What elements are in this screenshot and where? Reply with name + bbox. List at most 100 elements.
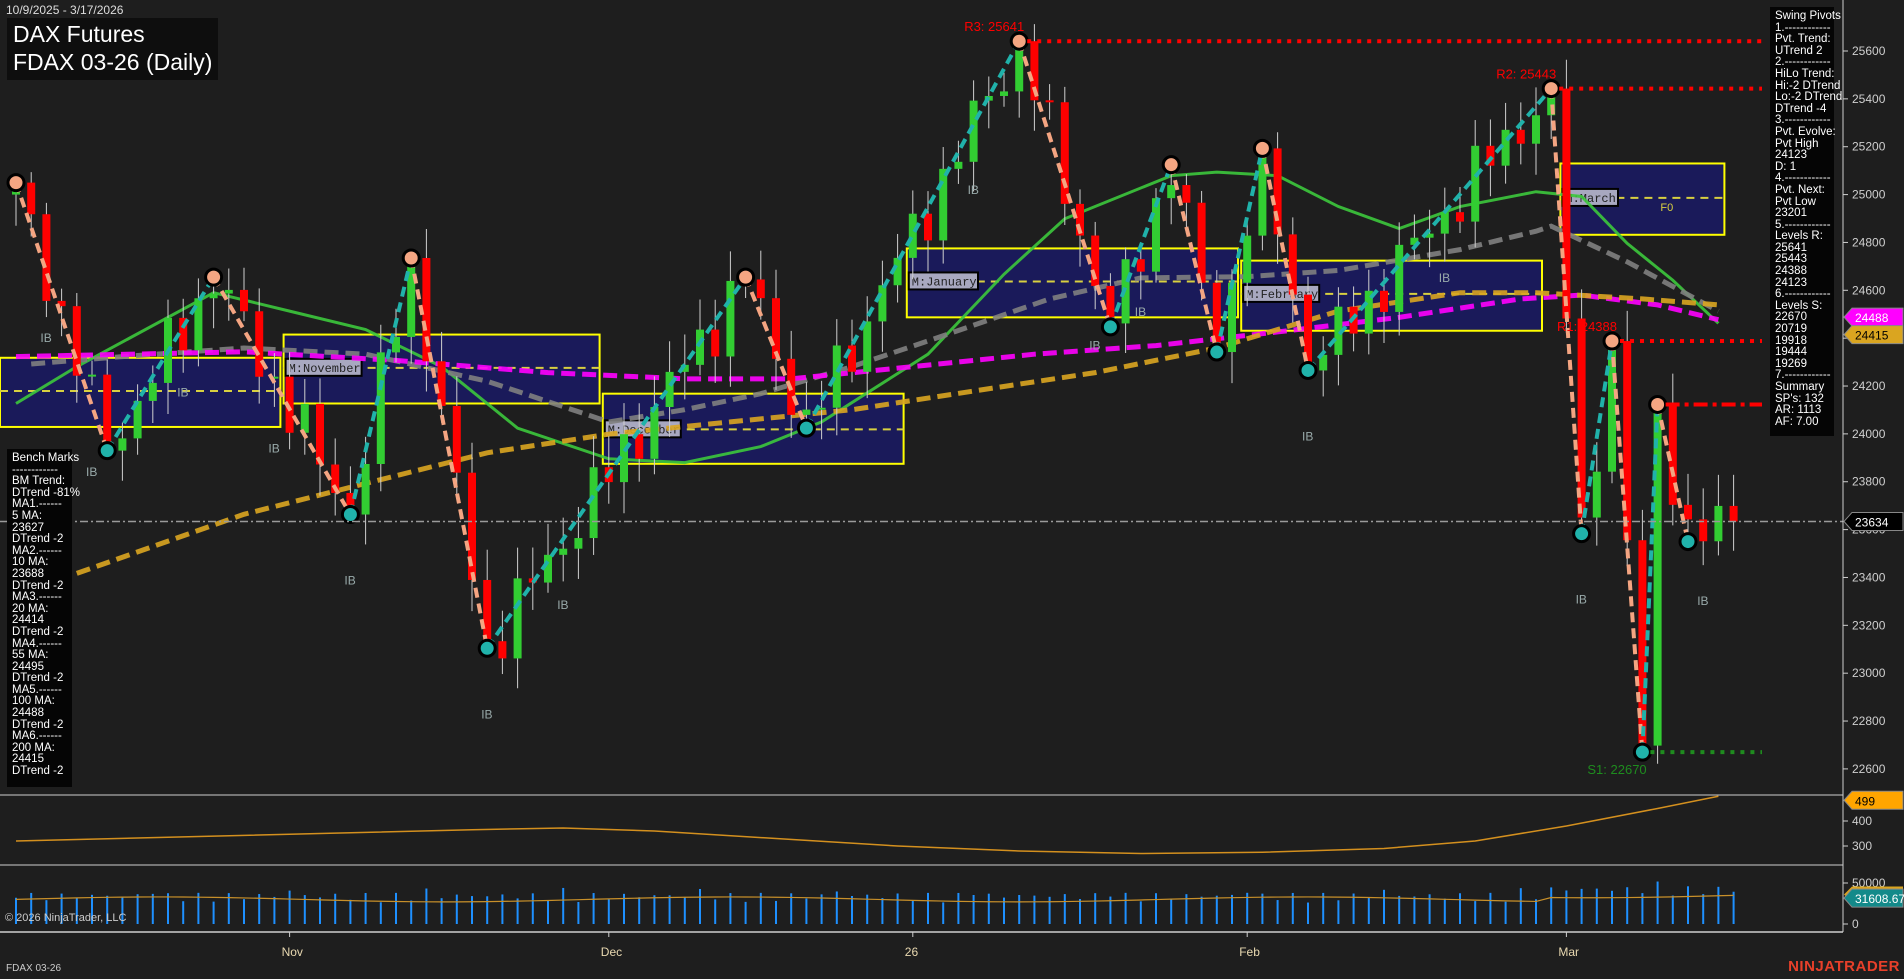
candle-body [149,383,157,401]
y-tick-label: 25400 [1852,92,1886,106]
panel-line: 24123 [1775,150,1829,162]
panel-line: Swing Pivots [1775,11,1829,23]
contract-title: FDAX 03-26 (Daily) [13,48,212,76]
swing-pivot-high-marker [206,269,222,285]
y-tick-label: 25200 [1852,140,1886,154]
swing-pivot-high-marker [8,175,24,191]
ib-label: IB [968,183,979,197]
candle-body [438,361,446,406]
swing-pivot-high-marker [1650,396,1666,412]
indicator-tick-label: 400 [1852,814,1872,828]
swing-pivot-low-marker [99,443,115,459]
candle-body [757,279,765,298]
candle-body [833,345,841,407]
candle-body [1137,259,1145,271]
candle-body [802,410,810,415]
panel-line: DTrend -2 [12,766,67,778]
indicator-line [16,796,1718,853]
level-label: R1: 24388 [1557,319,1617,334]
swing-pivot-high-marker [403,250,419,266]
candle-body [924,214,932,241]
candle-body [1182,185,1190,203]
candle-body [225,290,233,294]
candle-body [696,330,704,365]
swing-pivot-low-marker [798,420,814,436]
month-label: M:January [912,275,977,289]
ib-label: IB [1697,594,1708,608]
panel-line: Lo:-2 DTrend [1775,92,1829,104]
candle-body [210,294,218,299]
panel-line: 23201 [1775,208,1829,220]
candle-body [878,285,886,321]
price-tag: 24415 [1855,329,1889,343]
candle-body [650,407,658,459]
y-tick-label: 24600 [1852,283,1886,297]
candle-body [1441,212,1449,233]
swing-pivot-low-marker [1300,362,1316,378]
panel-line: 55 MA: [12,650,67,662]
candle-body [1714,506,1722,541]
x-tick-label: 26 [905,945,919,959]
ib-label: IB [177,386,188,400]
panel-line: MA3.------ [12,592,67,604]
candle-body [407,258,415,337]
candle-body [559,549,567,555]
swing-pivot-high-marker [738,269,754,285]
price-tag: 24488 [1855,311,1889,325]
swing-pivot-high-marker [1163,157,1179,173]
candle-body [1380,291,1388,312]
ib-label: IB [40,331,51,345]
candle-body [711,330,719,357]
candle-body [255,311,263,377]
panel-line: Bench Marks [12,453,67,465]
panel-line: 23688 [12,569,67,581]
candle-body [1152,198,1160,272]
swing-pivot-high-marker [1011,33,1027,49]
price-chart[interactable]: M:NovemberM:DecemberM:JanuaryM:FebruaryM… [0,0,1904,979]
ninjatrader-logo: NINJATRADER [1788,958,1900,975]
ib-label: IB [481,707,492,721]
panel-line: 20719 [1775,324,1829,336]
swing-pivot-low-marker [1574,526,1590,542]
y-tick-label: 24000 [1852,427,1886,441]
swing-zigzag-leg [1262,148,1308,370]
candle-body [316,404,324,465]
candle-body [1684,505,1692,520]
x-tick-label: Nov [282,945,303,959]
panel-line: HiLo Trend: [1775,69,1829,81]
x-tick-label: Dec [601,945,622,959]
ib-label: IB [557,598,568,612]
candle-body [666,372,674,407]
candle-body [544,555,552,583]
month-label: M:November [289,362,361,376]
candle-body [939,169,947,241]
panel-line: DTrend -2 [12,627,67,639]
candle-body [1699,519,1707,541]
level-label: R3: 25641 [964,19,1024,34]
ib-label: IB [268,442,279,456]
panel-line: DTrend -2 [12,534,67,546]
instrument-name: DAX Futures [13,20,212,48]
swing-pivot-low-marker [1634,744,1650,760]
candle-body [954,162,962,169]
volume-tick-label: 0 [1852,917,1859,931]
candle-body [1517,130,1525,144]
candle-body [1395,245,1403,312]
volume-value-tag: 31608.67 [1855,892,1904,906]
candle-body [1000,91,1008,96]
panel-line: AF: 7.00 [1775,417,1829,429]
box-note: F0 [1660,202,1673,214]
candle-body [453,406,461,473]
symbol-label: FDAX 03-26 [6,963,61,974]
swing-pivots-panel: Swing Pivots1.------------Pvt. Trend:UTr… [1770,7,1834,436]
y-tick-label: 23000 [1852,666,1886,680]
panel-line: 5 MA: [12,511,67,523]
candle-body [1198,203,1206,283]
candle-body [1532,115,1540,143]
candle-body [894,258,902,285]
swing-pivot-high-marker [1254,140,1270,156]
candle-body [498,641,506,658]
candle-body [1167,185,1175,198]
panel-line: 24488 [12,708,67,720]
candle-body [1471,146,1479,222]
